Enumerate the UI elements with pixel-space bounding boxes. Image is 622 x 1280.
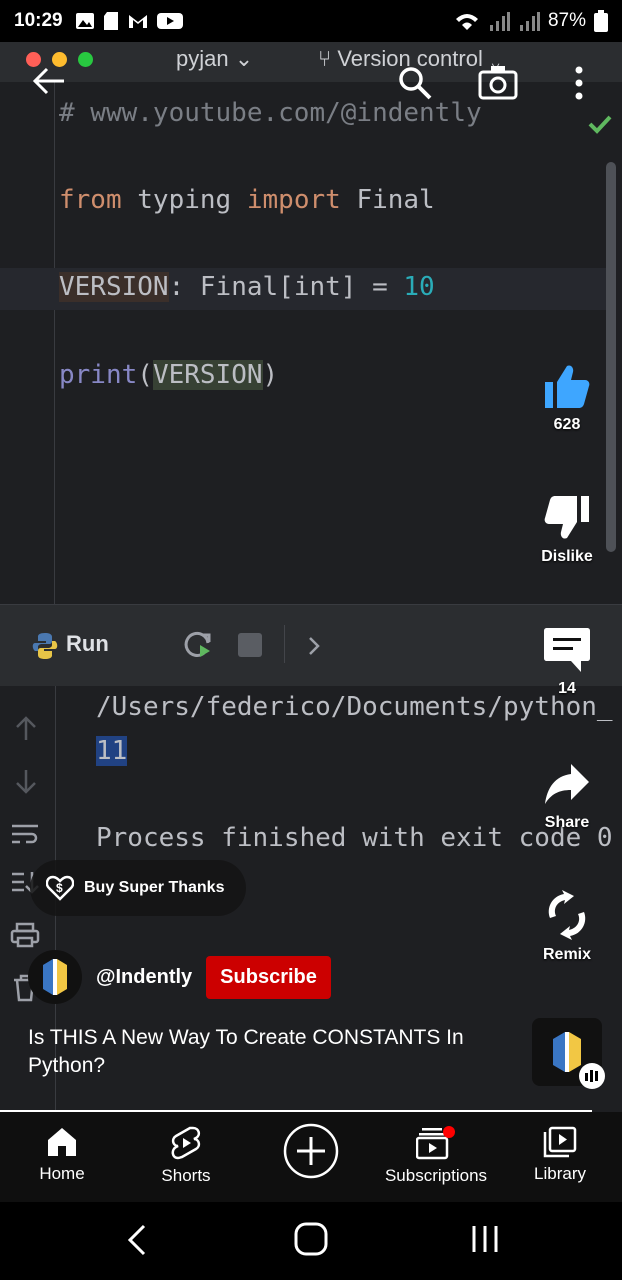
subscriptions-icon (416, 1126, 455, 1160)
youtube-icon (156, 13, 183, 29)
channel-handle[interactable]: @Indently (96, 966, 192, 989)
comments-count: 14 (558, 680, 576, 697)
bottom-navigation: Home Shorts Subscriptions Library (0, 1112, 622, 1202)
system-back-icon[interactable] (126, 1224, 148, 1256)
nav-create[interactable] (251, 1122, 371, 1186)
notification-icons (75, 11, 183, 31)
like-button[interactable]: 628 (522, 362, 612, 434)
super-thanks-icon: $ (46, 875, 74, 901)
thumbs-down-icon (544, 496, 589, 539)
code-line-print: print(VERSION) (59, 360, 279, 390)
toolbar-divider (284, 625, 285, 663)
channel-row: @Indently Subscribe (28, 950, 331, 1004)
gallery-icon (75, 13, 94, 29)
status-bar: 10:29 87% (0, 0, 622, 42)
system-recents-icon[interactable] (470, 1224, 500, 1254)
soft-wrap-icon (12, 824, 38, 844)
battery-icon (594, 10, 608, 32)
code-line-comment: # www.youtube.com/@indently (59, 98, 482, 128)
gmail-icon (128, 15, 147, 28)
nav-shorts[interactable]: Shorts (126, 1126, 246, 1186)
run-label: Run (66, 631, 109, 656)
python-icon (32, 633, 58, 659)
code-line-import: from typing import Final (59, 185, 435, 215)
share-icon (545, 764, 589, 804)
back-arrow-icon[interactable] (32, 66, 66, 96)
status-time: 10:29 (14, 10, 63, 31)
share-label: Share (544, 814, 590, 831)
super-thanks-button[interactable]: $ Buy Super Thanks (30, 860, 246, 916)
super-thanks-label: Buy Super Thanks (84, 879, 225, 896)
share-button[interactable]: Share (522, 760, 612, 832)
print-icon (10, 922, 40, 948)
chevron-right-icon (309, 637, 320, 655)
editor-gutter (54, 82, 55, 604)
nav-subscriptions[interactable]: Subscriptions (376, 1126, 496, 1186)
home-icon (48, 1128, 76, 1156)
nav-library[interactable]: Library (500, 1126, 620, 1184)
comment-icon (544, 628, 590, 672)
like-count: 628 (553, 416, 581, 433)
nav-library-label: Library (534, 1164, 586, 1183)
thumbs-up-icon (545, 365, 590, 408)
nav-home[interactable]: Home (2, 1126, 122, 1184)
nav-home-label: Home (39, 1164, 85, 1183)
nav-subscriptions-label: Subscriptions (384, 1166, 488, 1185)
sound-thumbnail[interactable] (532, 1018, 605, 1089)
rerun-icon (184, 631, 211, 657)
code-line-assign: VERSION: Final[int] = 10 (59, 272, 435, 302)
system-home-icon[interactable] (294, 1222, 328, 1256)
signal-icon-2 (519, 12, 540, 31)
camera-icon[interactable] (478, 64, 518, 100)
nav-shorts-label: Shorts (161, 1166, 211, 1185)
console-output-line: 11 (96, 736, 128, 766)
more-options-icon[interactable] (572, 66, 586, 100)
audio-bars-icon (579, 1063, 605, 1089)
close-dot (26, 52, 41, 67)
editor-title-bar: pyjan ⌄ ⑂ Version control ⌄ (0, 42, 622, 82)
indently-logo-icon (43, 959, 67, 995)
battery-percent: 87% (547, 10, 586, 31)
project-name: pyjan ⌄ (176, 46, 254, 71)
remix-button[interactable]: Remix (522, 890, 612, 964)
system-navigation-bar (0, 1202, 622, 1280)
video-title[interactable]: Is THIS A New Way To Create CONSTANTS In… (28, 1024, 498, 1080)
comments-button[interactable]: 14 (522, 626, 612, 698)
channel-avatar[interactable] (28, 950, 82, 1004)
dislike-label: Dislike (541, 548, 593, 565)
svg-text:$: $ (56, 881, 63, 895)
library-icon (543, 1126, 577, 1158)
shorts-icon (171, 1126, 201, 1160)
check-icon (588, 115, 612, 134)
remix-label: Remix (542, 946, 592, 963)
arrow-down-icon (16, 770, 36, 794)
maximize-dot (78, 52, 93, 67)
dislike-button[interactable]: Dislike (522, 494, 612, 566)
arrow-up-icon (16, 716, 36, 740)
minimize-dot (52, 52, 67, 67)
signal-icon (489, 12, 510, 31)
remix-icon (548, 890, 586, 940)
sd-card-icon (103, 12, 118, 30)
stop-icon (238, 633, 262, 657)
add-circle-icon (283, 1123, 339, 1179)
wifi-icon (455, 14, 478, 30)
subscribe-button[interactable]: Subscribe (206, 955, 331, 999)
search-icon[interactable] (398, 66, 432, 100)
